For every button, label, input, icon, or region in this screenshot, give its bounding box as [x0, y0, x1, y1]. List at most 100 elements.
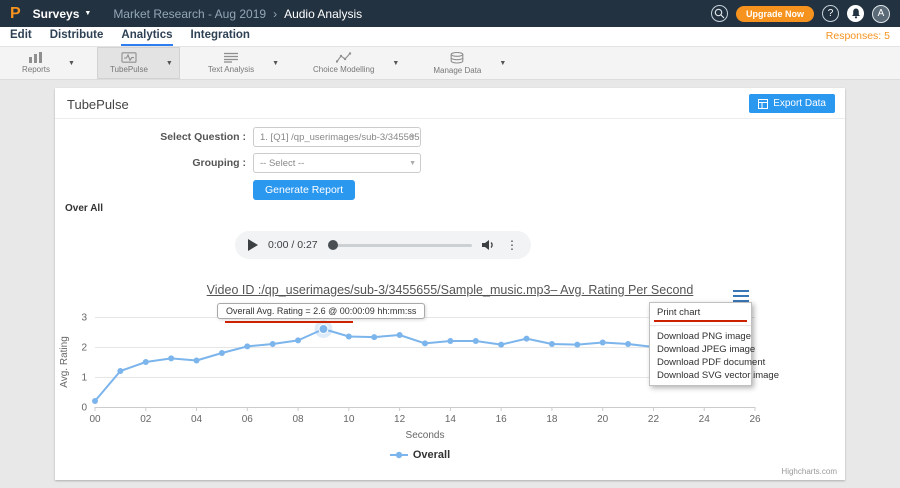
- choice-modelling-icon: [336, 52, 352, 63]
- search-icon: [714, 8, 725, 19]
- notifications-button[interactable]: [847, 5, 864, 22]
- reports-label: Reports: [22, 65, 50, 74]
- responses-count: Responses: 5: [826, 30, 890, 46]
- legend-marker-icon: [390, 451, 408, 459]
- play-icon[interactable]: [248, 239, 258, 251]
- breadcrumb-separator-icon: ›: [273, 7, 277, 21]
- avatar[interactable]: A: [872, 5, 890, 23]
- text-analysis-dropdown-caret[interactable]: ▼: [266, 60, 285, 67]
- menu-item-download-pdf[interactable]: Download PDF document: [650, 356, 751, 369]
- svg-text:Seconds: Seconds: [406, 430, 445, 441]
- chart-legend[interactable]: Overall: [55, 449, 785, 461]
- nav-analytics[interactable]: Analytics: [121, 29, 172, 46]
- grouping-value: -- Select --: [260, 158, 304, 169]
- svg-text:1: 1: [81, 373, 87, 384]
- grouping-label: Grouping :: [55, 157, 253, 169]
- menu-item-download-png[interactable]: Download PNG image: [650, 330, 751, 343]
- text-analysis-icon: [223, 52, 239, 63]
- audio-overflow-menu-icon[interactable]: ⋮: [506, 239, 518, 251]
- text-analysis-label: Text Analysis: [208, 65, 254, 74]
- group-heading: Over All: [65, 203, 103, 214]
- questionpro-logo[interactable]: P: [10, 6, 21, 22]
- toolbar-group-reports: Reports ▼: [10, 47, 81, 79]
- highcharts-credit[interactable]: Highcharts.com: [781, 467, 837, 476]
- surveys-dropdown[interactable]: Surveys ▼: [33, 7, 92, 21]
- nav-distribute[interactable]: Distribute: [50, 29, 104, 46]
- choice-modelling-dropdown-caret[interactable]: ▼: [386, 60, 405, 67]
- breadcrumb-parent[interactable]: Market Research - Aug 2019: [113, 7, 266, 21]
- svg-text:10: 10: [343, 414, 355, 425]
- generate-report-button[interactable]: Generate Report: [253, 180, 355, 200]
- text-analysis-button[interactable]: Text Analysis: [196, 47, 266, 79]
- hamburger-icon: [733, 290, 749, 292]
- svg-text:22: 22: [648, 414, 660, 425]
- svg-text:16: 16: [496, 414, 508, 425]
- svg-text:20: 20: [597, 414, 609, 425]
- search-button[interactable]: [711, 5, 728, 22]
- tubepulse-label: TubePulse: [110, 65, 148, 74]
- manage-data-dropdown-caret[interactable]: ▼: [493, 60, 512, 67]
- svg-text:18: 18: [546, 414, 558, 425]
- export-data-button[interactable]: Export Data: [749, 94, 835, 113]
- svg-text:14: 14: [445, 414, 457, 425]
- chevron-down-icon: ▼: [409, 134, 416, 141]
- reports-dropdown-caret[interactable]: ▼: [62, 60, 81, 67]
- svg-text:06: 06: [242, 414, 254, 425]
- svg-text:12: 12: [394, 414, 406, 425]
- choice-modelling-button[interactable]: Choice Modelling: [301, 47, 386, 79]
- svg-text:02: 02: [140, 414, 152, 425]
- chevron-down-icon: ▼: [409, 160, 416, 167]
- nav-edit[interactable]: Edit: [10, 29, 32, 46]
- choice-modelling-label: Choice Modelling: [313, 65, 374, 74]
- legend-label: Overall: [413, 449, 450, 461]
- toolbar-group-text-analysis: Text Analysis ▼: [196, 47, 285, 79]
- manage-data-icon: [449, 52, 465, 64]
- panel-title: TubePulse: [67, 97, 129, 112]
- tubepulse-panel: TubePulse Export Data Select Question : …: [55, 88, 845, 480]
- tooltip-text: Overall Avg. Rating = 2.6 @ 00:00:09 hh:…: [226, 306, 416, 316]
- svg-text:24: 24: [699, 414, 711, 425]
- analytics-toolbar: Reports ▼ TubePulse ▼ Text Analysis ▼ Ch…: [0, 47, 900, 80]
- audio-player: 0:00 / 0:27 ⋮: [235, 231, 531, 259]
- audio-seek-thumb[interactable]: [328, 240, 338, 250]
- surveys-label: Surveys: [33, 7, 80, 21]
- svg-text:08: 08: [293, 414, 305, 425]
- svg-text:3: 3: [81, 313, 87, 324]
- svg-text:0: 0: [81, 403, 87, 414]
- select-question-value: 1. [Q1] /qp_userimages/sub-3/3455655/S..…: [260, 132, 421, 143]
- toolbar-group-choice-modelling: Choice Modelling ▼: [301, 47, 405, 79]
- select-question-label: Select Question :: [55, 131, 253, 143]
- manage-data-label: Manage Data: [433, 66, 481, 75]
- grouping-dropdown[interactable]: -- Select -- ▼: [253, 153, 421, 173]
- chart-tooltip: Overall Avg. Rating = 2.6 @ 00:00:09 hh:…: [217, 303, 425, 319]
- toolbar-group-tubepulse: TubePulse ▼: [97, 47, 180, 79]
- reports-icon: [28, 52, 44, 63]
- menu-item-download-jpeg[interactable]: Download JPEG image: [650, 343, 751, 356]
- svg-text:00: 00: [89, 414, 101, 425]
- nav-integration[interactable]: Integration: [191, 29, 250, 46]
- chart-context-menu: Print chart Download PNG image Download …: [649, 302, 752, 386]
- volume-icon[interactable]: [482, 239, 496, 251]
- menu-item-download-svg[interactable]: Download SVG vector image: [650, 369, 751, 382]
- audio-seek-slider[interactable]: [328, 244, 472, 247]
- chart-title: Video ID :/qp_userimages/sub-3/3455655/S…: [55, 283, 845, 297]
- tubepulse-dropdown-caret[interactable]: ▼: [160, 60, 179, 67]
- breadcrumb-current: Audio Analysis: [284, 7, 362, 21]
- audio-time: 0:00 / 0:27: [268, 239, 318, 251]
- toolbar-group-manage-data: Manage Data ▼: [421, 47, 512, 79]
- header-actions: Upgrade Now ? A: [711, 5, 890, 23]
- svg-text:04: 04: [191, 414, 203, 425]
- upgrade-now-button[interactable]: Upgrade Now: [736, 6, 814, 22]
- reports-button[interactable]: Reports: [10, 47, 62, 79]
- manage-data-button[interactable]: Manage Data: [421, 47, 493, 79]
- bell-icon: [851, 8, 861, 19]
- tubepulse-icon: [121, 52, 137, 63]
- select-question-dropdown[interactable]: 1. [Q1] /qp_userimages/sub-3/3455655/S..…: [253, 127, 421, 147]
- tubepulse-button[interactable]: TubePulse: [98, 48, 160, 78]
- help-button[interactable]: ?: [822, 5, 839, 22]
- module-nav: Edit Distribute Analytics Integration Re…: [0, 27, 900, 47]
- chart-hamburger-menu[interactable]: [733, 290, 749, 302]
- export-label: Export Data: [773, 98, 826, 109]
- menu-item-print-chart[interactable]: Print chart: [650, 306, 751, 319]
- annotation-underline-print: [654, 320, 747, 322]
